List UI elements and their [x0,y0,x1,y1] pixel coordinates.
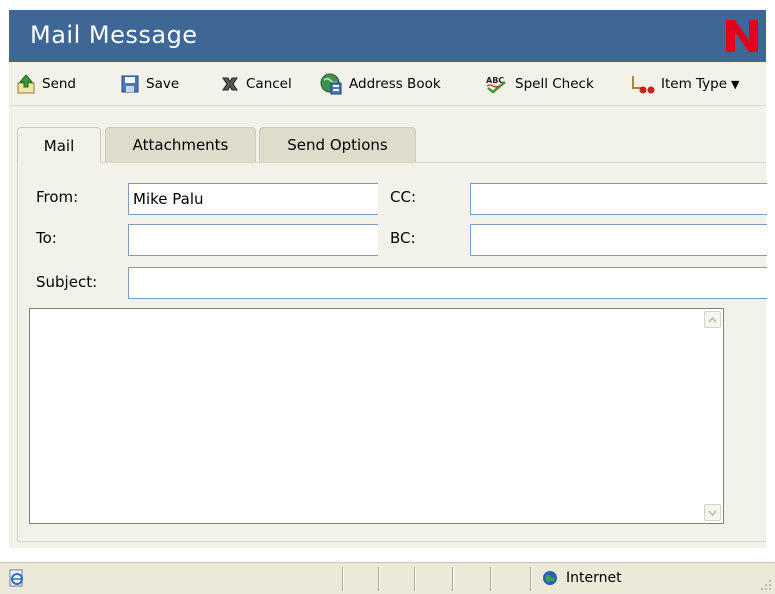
status-divider [490,567,492,591]
vertical-scrollbar[interactable] [704,311,721,521]
cc-field[interactable] [470,183,767,215]
save-label: Save [146,76,180,92]
spell-check-label: Spell Check [515,76,594,92]
toolbar: Send Save Cancel Address Book ABC Spell … [9,62,766,106]
scroll-up-button[interactable] [704,311,721,328]
tab-mail[interactable]: Mail [17,127,101,163]
to-field[interactable] [128,224,378,256]
spell-check-icon: ABC [486,76,506,94]
cancel-button[interactable]: Cancel [220,72,292,96]
ie-page-icon [9,569,23,587]
to-label: To: [36,229,57,247]
title-bar: Mail Message [9,10,766,62]
status-divider [530,567,532,591]
item-type-label: Item Type [661,76,728,92]
tab-mail-label: Mail [43,136,75,155]
message-body[interactable] [29,308,724,524]
cancel-label: Cancel [246,76,292,92]
item-type-icon [632,76,655,94]
save-icon [121,75,139,93]
tab-send-options-label: Send Options [287,136,388,154]
from-field[interactable]: Mike Palu [128,183,378,215]
send-button[interactable]: Send [16,72,76,96]
subject-label: Subject: [36,273,98,291]
cc-label: CC: [390,188,417,206]
resize-grip-icon[interactable] [760,579,772,591]
scroll-down-button[interactable] [704,504,721,521]
tab-attachments-label: Attachments [132,136,229,154]
save-button[interactable]: Save [120,72,179,96]
bc-label: BC: [390,229,416,247]
chevron-up-icon [708,316,717,322]
tab-send-options[interactable]: Send Options [259,127,416,162]
send-icon [17,74,35,94]
message-area: Mail Attachments Send Options From: Mike… [9,106,767,548]
window-title: Mail Message [30,21,198,49]
address-book-button[interactable]: Address Book [319,72,441,96]
from-label: From: [36,188,79,206]
chevron-down-icon: ▼ [731,77,740,91]
address-book-icon [320,73,342,95]
status-divider [342,567,344,591]
novell-logo-icon [726,20,758,52]
address-book-label: Address Book [349,76,441,92]
zone-label: Internet [566,570,622,586]
subject-field[interactable] [128,267,767,299]
status-divider [452,567,454,591]
status-divider [414,567,416,591]
tab-attachments[interactable]: Attachments [105,127,256,162]
bc-field[interactable] [470,224,767,256]
globe-icon [543,571,557,585]
security-zone: Internet [542,570,622,586]
item-type-dropdown[interactable]: Item Type ▼ [629,72,740,96]
status-divider [378,567,380,591]
cancel-icon [222,77,238,91]
chevron-down-icon [708,510,717,516]
spell-check-button[interactable]: ABC Spell Check [485,72,594,96]
send-label: Send [42,76,77,92]
status-bar: Internet [0,562,775,594]
